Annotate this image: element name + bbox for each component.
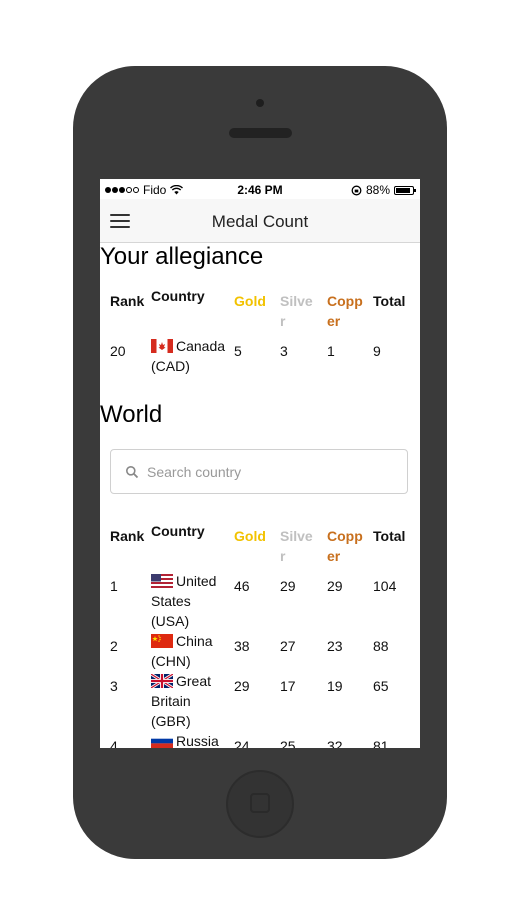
world-heading: World — [100, 401, 163, 428]
copper-cell: 19 — [327, 678, 343, 694]
usa-flag-icon — [151, 574, 173, 588]
battery-percent: 88% — [365, 183, 390, 197]
canada-flag-icon — [151, 339, 173, 353]
rotation-lock-icon — [351, 185, 362, 195]
copper-cell: 23 — [327, 638, 343, 654]
gold-cell: 29 — [234, 678, 250, 694]
home-button-icon — [250, 793, 270, 813]
search-icon — [126, 465, 139, 478]
russia-flag-icon — [151, 734, 173, 748]
country-header: Country — [151, 523, 205, 539]
copper-header: Copper — [327, 293, 363, 329]
total-cell: 104 — [373, 578, 397, 594]
status-bar: Fido 2:46 PM 88% — [100, 179, 420, 199]
rank-header: Rank — [110, 293, 145, 309]
gold-cell: 38 — [234, 638, 250, 654]
country-cell: Russia — [151, 731, 229, 748]
page-title: Medal Count — [211, 212, 309, 231]
total-cell: 81 — [373, 738, 389, 748]
gold-cell: 5 — [234, 343, 242, 359]
rank-cell: 1 — [110, 578, 118, 594]
china-flag-icon — [151, 634, 173, 648]
copper-header: Copper — [327, 528, 363, 564]
copper-cell: 32 — [327, 738, 343, 748]
country-header: Country — [151, 288, 205, 304]
search-field[interactable] — [110, 449, 408, 494]
search-input[interactable] — [145, 462, 389, 481]
silver-cell: 17 — [280, 678, 296, 694]
rank-cell: 3 — [110, 678, 118, 694]
earpiece-speaker — [229, 128, 292, 138]
country-name: Russia — [176, 733, 219, 748]
copper-cell: 29 — [327, 578, 343, 594]
silver-cell: 3 — [280, 343, 288, 359]
allegiance-heading: Your allegiance — [100, 243, 264, 270]
country-cell: United States (USA) — [151, 571, 229, 631]
silver-cell: 27 — [280, 638, 296, 654]
front-camera — [256, 99, 264, 107]
total-cell: 9 — [373, 343, 381, 359]
app-screen: Fido 2:46 PM 88% Medal Count Your allegi… — [100, 179, 420, 748]
country-cell: Great Britain (GBR) — [151, 671, 229, 731]
gold-header: Gold — [234, 293, 266, 309]
nav-bar: Medal Count — [100, 199, 420, 243]
copper-cell: 1 — [327, 343, 335, 359]
total-header: Total — [373, 293, 406, 309]
rank-cell: 2 — [110, 638, 118, 654]
country-cell: China (CHN) — [151, 631, 229, 671]
rank-cell: 4 — [110, 738, 118, 748]
total-cell: 65 — [373, 678, 389, 694]
total-cell: 88 — [373, 638, 389, 654]
gold-header: Gold — [234, 528, 266, 544]
uk-flag-icon — [151, 674, 173, 688]
rank-header: Rank — [110, 528, 145, 544]
silver-cell: 29 — [280, 578, 296, 594]
total-header: Total — [373, 528, 406, 544]
gold-cell: 46 — [234, 578, 250, 594]
silver-header: Silver — [280, 293, 313, 329]
country-cell: Canada (CAD) — [151, 336, 229, 376]
rank-cell: 20 — [110, 343, 126, 359]
silver-header: Silver — [280, 528, 313, 564]
battery-icon — [394, 185, 416, 195]
gold-cell: 24 — [234, 738, 250, 748]
silver-cell: 25 — [280, 738, 296, 748]
